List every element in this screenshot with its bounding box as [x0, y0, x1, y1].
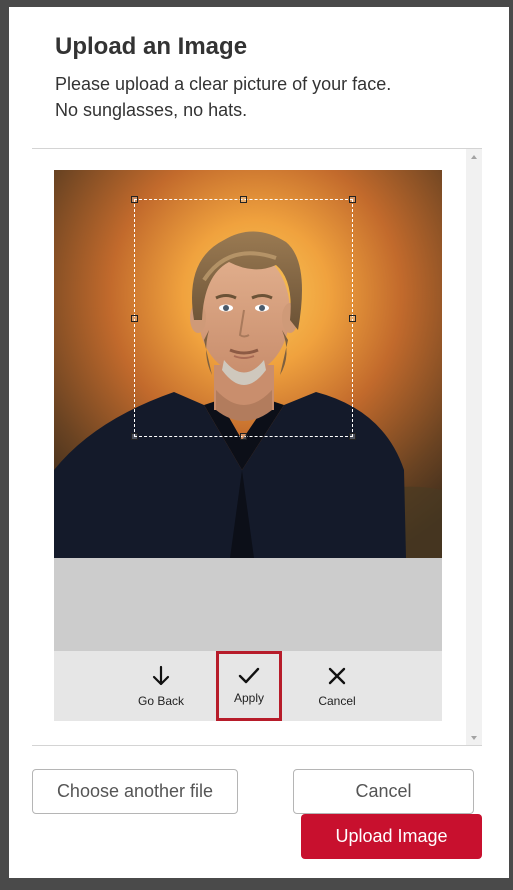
close-icon	[328, 667, 346, 685]
bottom-divider	[32, 745, 482, 746]
crop-handle-top[interactable]	[240, 196, 247, 203]
crop-handle-top-right[interactable]	[349, 196, 356, 203]
choose-another-file-button[interactable]: Choose another file	[32, 769, 238, 814]
checkmark-icon	[238, 667, 260, 684]
go-back-button[interactable]: Go Back	[128, 651, 194, 721]
crop-handle-right[interactable]	[349, 315, 356, 322]
image-cropper: Go Back Apply Cancel	[54, 170, 442, 721]
scroll-up-arrow-icon[interactable]	[471, 155, 477, 159]
crop-handle-bottom[interactable]	[240, 433, 247, 440]
cropper-scroll-area[interactable]: Go Back Apply Cancel	[32, 149, 482, 746]
cancel-button[interactable]: Cancel	[293, 769, 474, 814]
arrow-down-icon	[152, 665, 170, 686]
scroll-down-arrow-icon[interactable]	[471, 736, 477, 740]
vertical-scrollbar[interactable]	[466, 149, 482, 746]
upload-image-button[interactable]: Upload Image	[301, 814, 482, 859]
apply-button[interactable]: Apply	[216, 651, 282, 721]
instructions-line-2: No sunglasses, no hats.	[55, 100, 248, 120]
crop-handle-left[interactable]	[131, 315, 138, 322]
upload-image-dialog: Upload an Image Please upload a clear pi…	[9, 7, 509, 878]
dialog-title: Upload an Image	[55, 33, 248, 60]
background-page-text	[50, 878, 510, 890]
cropper-toolbar: Go Back Apply Cancel	[54, 651, 442, 721]
dialog-instructions: Please upload a clear picture of your fa…	[55, 71, 475, 123]
cancel-crop-button[interactable]: Cancel	[304, 651, 370, 721]
cancel-crop-label: Cancel	[318, 694, 356, 708]
instructions-line-1: Please upload a clear picture of your fa…	[55, 74, 392, 94]
go-back-label: Go Back	[137, 694, 185, 708]
crop-handle-top-left[interactable]	[131, 196, 138, 203]
crop-selection-box[interactable]	[131, 196, 356, 440]
apply-label: Apply	[233, 691, 265, 705]
crop-handle-bottom-left[interactable]	[131, 433, 138, 440]
crop-handle-bottom-right[interactable]	[349, 433, 356, 440]
